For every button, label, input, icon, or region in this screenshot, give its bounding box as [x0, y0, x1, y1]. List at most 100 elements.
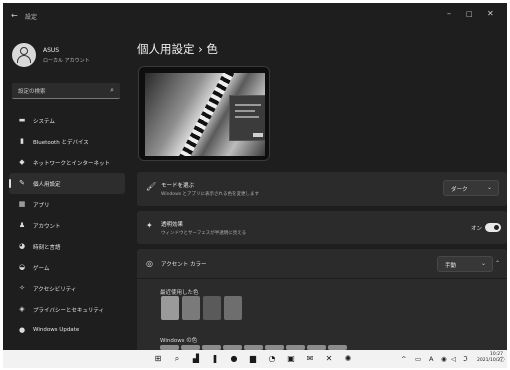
accent-dropdown[interactable]: 手動 ⌄: [437, 256, 493, 272]
transparency-toggle[interactable]: [485, 223, 501, 232]
sidebar-item-label: アプリ: [33, 203, 50, 209]
sidebar-item[interactable]: ▦ アプリ: [3, 194, 131, 215]
preview-wallpaper: [145, 73, 265, 156]
search-icon[interactable]: ⌕: [172, 354, 182, 364]
title-bar: ← 設定 – □ ✕: [3, 3, 507, 29]
sidebar-item[interactable]: ✎ 個人用設定: [9, 173, 125, 194]
accent-title: アクセント カラー: [161, 262, 207, 268]
minimize-button[interactable]: –: [447, 9, 451, 18]
sidebar-item[interactable]: ▬ システム: [3, 110, 131, 131]
update-icon: ●: [18, 326, 26, 334]
preview-window-line: [235, 110, 255, 112]
brush-icon: 🖌: [146, 182, 157, 191]
person-icon: ♟: [18, 221, 26, 229]
accent-dropdown-value: 手動: [445, 263, 457, 269]
screenshot-frame: ← 設定 – □ ✕ ASUS ローカル アカウント 設定の検索 ⌕ ▬ システム…: [0, 0, 510, 370]
sidebar-item[interactable]: ◕ 時刻と言語: [3, 236, 131, 257]
sidebar-item-label: プライバシーとセキュリティ: [33, 308, 105, 314]
search-input[interactable]: 設定の検索: [18, 87, 46, 95]
task-view-icon[interactable]: ❚: [210, 354, 220, 364]
clock-icon: ◕: [18, 242, 26, 250]
notification-icon[interactable]: ◌: [499, 355, 505, 363]
close-button[interactable]: ✕: [487, 9, 494, 18]
transparency-title: 透明効果: [161, 222, 184, 228]
preview-window-line: [235, 116, 259, 118]
mode-setting-card: 🖌 モードを選ぶ Windows とアプリに表示される色を変更します ダーク ⌄: [137, 172, 507, 206]
xbox-icon[interactable]: ✕: [324, 354, 334, 364]
chat-icon[interactable]: ●: [229, 354, 239, 364]
breadcrumb-parent[interactable]: 個人用設定: [137, 42, 195, 56]
monitor-icon: ▬: [18, 116, 26, 124]
sidebar-item-label: ネットワークとインターネット: [33, 161, 111, 167]
recent-color-swatch[interactable]: [161, 296, 179, 320]
recent-color-swatch[interactable]: [224, 296, 242, 320]
brush-icon: ✎: [19, 179, 25, 187]
preview-window: [229, 95, 265, 141]
windows-colors-label: Windows の色: [160, 338, 198, 344]
tray-volume-icon[interactable]: ◁: [451, 355, 456, 363]
sidebar-item[interactable]: ♟ アカウント: [3, 215, 131, 236]
sidebar-item-label: ゲーム: [33, 266, 50, 272]
tray-network-icon[interactable]: ◉: [441, 355, 447, 363]
avatar-head-icon: [20, 47, 28, 55]
mode-title: モードを選ぶ: [161, 183, 195, 189]
edge-icon[interactable]: ◔: [267, 354, 277, 364]
chevron-down-icon: ⌄: [480, 260, 486, 267]
theme-preview: [138, 66, 270, 161]
preview-window-button: [253, 133, 263, 137]
shield-icon: ◈: [19, 305, 25, 313]
palette-icon: ◎: [146, 259, 153, 268]
page-title: 個人用設定 › 色: [137, 41, 218, 57]
profile-name: ASUS: [43, 47, 60, 54]
sidebar-item-label: アカウント: [33, 224, 61, 230]
wifi-icon: ◆: [19, 158, 25, 166]
sidebar-item[interactable]: ◈ プライバシーとセキュリティ: [3, 299, 131, 320]
sidebar-item-label: Windows Update: [33, 327, 80, 333]
settings-icon[interactable]: ✺: [343, 354, 353, 364]
accent-header[interactable]: ◎ アクセント カラー 手動 ⌄ ⌃: [137, 249, 507, 279]
tray-chevron-icon[interactable]: ^: [401, 355, 406, 363]
tray-input-indicator[interactable]: A: [429, 355, 433, 363]
recent-color-swatch[interactable]: [182, 296, 200, 320]
sidebar-item[interactable]: ✧ アクセシビリティ: [3, 278, 131, 299]
gamepad-icon: ◒: [18, 263, 26, 271]
chevron-up-icon[interactable]: ⌃: [495, 260, 500, 267]
start-icon[interactable]: ⊞: [153, 354, 163, 364]
avatar-body-icon: [17, 55, 31, 63]
sidebar-item[interactable]: ● Windows Update: [3, 320, 131, 341]
transparency-toggle-label: オン: [471, 226, 483, 232]
mode-dropdown[interactable]: ダーク ⌄: [443, 180, 499, 196]
bluetooth-icon: ▮: [20, 137, 24, 145]
taskbar: ⊞ ⌕ ▟ ❚ ● ▆ ◔ ▣ ✉ ✕ ✺ ^ ▭ A ◉ ◁ ℑ 10:27 2021/10/27…: [3, 350, 507, 368]
maximize-button[interactable]: □: [466, 10, 473, 18]
transparency-description: ウィンドウとサーフェスが半透明に見える: [161, 231, 247, 236]
sidebar-item[interactable]: ◆ ネットワークとインターネット: [3, 152, 131, 173]
store-icon[interactable]: ▣: [286, 354, 296, 364]
avatar: [12, 43, 36, 67]
widgets-icon[interactable]: ▟: [191, 354, 201, 364]
sidebar-item-label: 時刻と言語: [33, 245, 61, 251]
sidebar-nav: ▬ システム ▮ Bluetooth とデバイス ◆ ネットワークとインターネット ✎ 個人用…: [3, 110, 131, 341]
mode-description: Windows とアプリに表示される色を変更します: [161, 192, 260, 197]
accessibility-icon: ✧: [19, 284, 25, 292]
back-arrow-icon[interactable]: ←: [11, 11, 18, 20]
profile-account-type: ローカル アカウント: [43, 58, 90, 64]
breadcrumb-separator: ›: [198, 42, 203, 56]
search-box[interactable]: 設定の検索 ⌕: [12, 83, 120, 99]
mail-icon[interactable]: ✉: [305, 354, 315, 364]
recent-color-swatch[interactable]: [203, 296, 221, 320]
transparency-setting-card: ✦ 透明効果 ウィンドウとサーフェスが半透明に見える オン: [137, 211, 507, 244]
transparency-icon: ✦: [146, 221, 153, 230]
chevron-down-icon: ⌄: [486, 184, 492, 191]
mode-dropdown-value: ダーク: [451, 187, 468, 193]
sidebar-item-label: Bluetooth とデバイス: [33, 140, 89, 146]
file-explorer-icon[interactable]: ▆: [248, 354, 258, 364]
sidebar-item[interactable]: ◒ ゲーム: [3, 257, 131, 278]
recent-colors-label: 最近使用した色: [160, 290, 199, 296]
tray-display-icon[interactable]: ▭: [415, 355, 421, 363]
tray-ime-icon[interactable]: ℑ: [463, 355, 468, 363]
breadcrumb-current: 色: [206, 42, 218, 56]
search-icon[interactable]: ⌕: [110, 86, 114, 95]
apps-icon: ▦: [18, 200, 26, 208]
sidebar-item[interactable]: ▮ Bluetooth とデバイス: [3, 131, 131, 152]
